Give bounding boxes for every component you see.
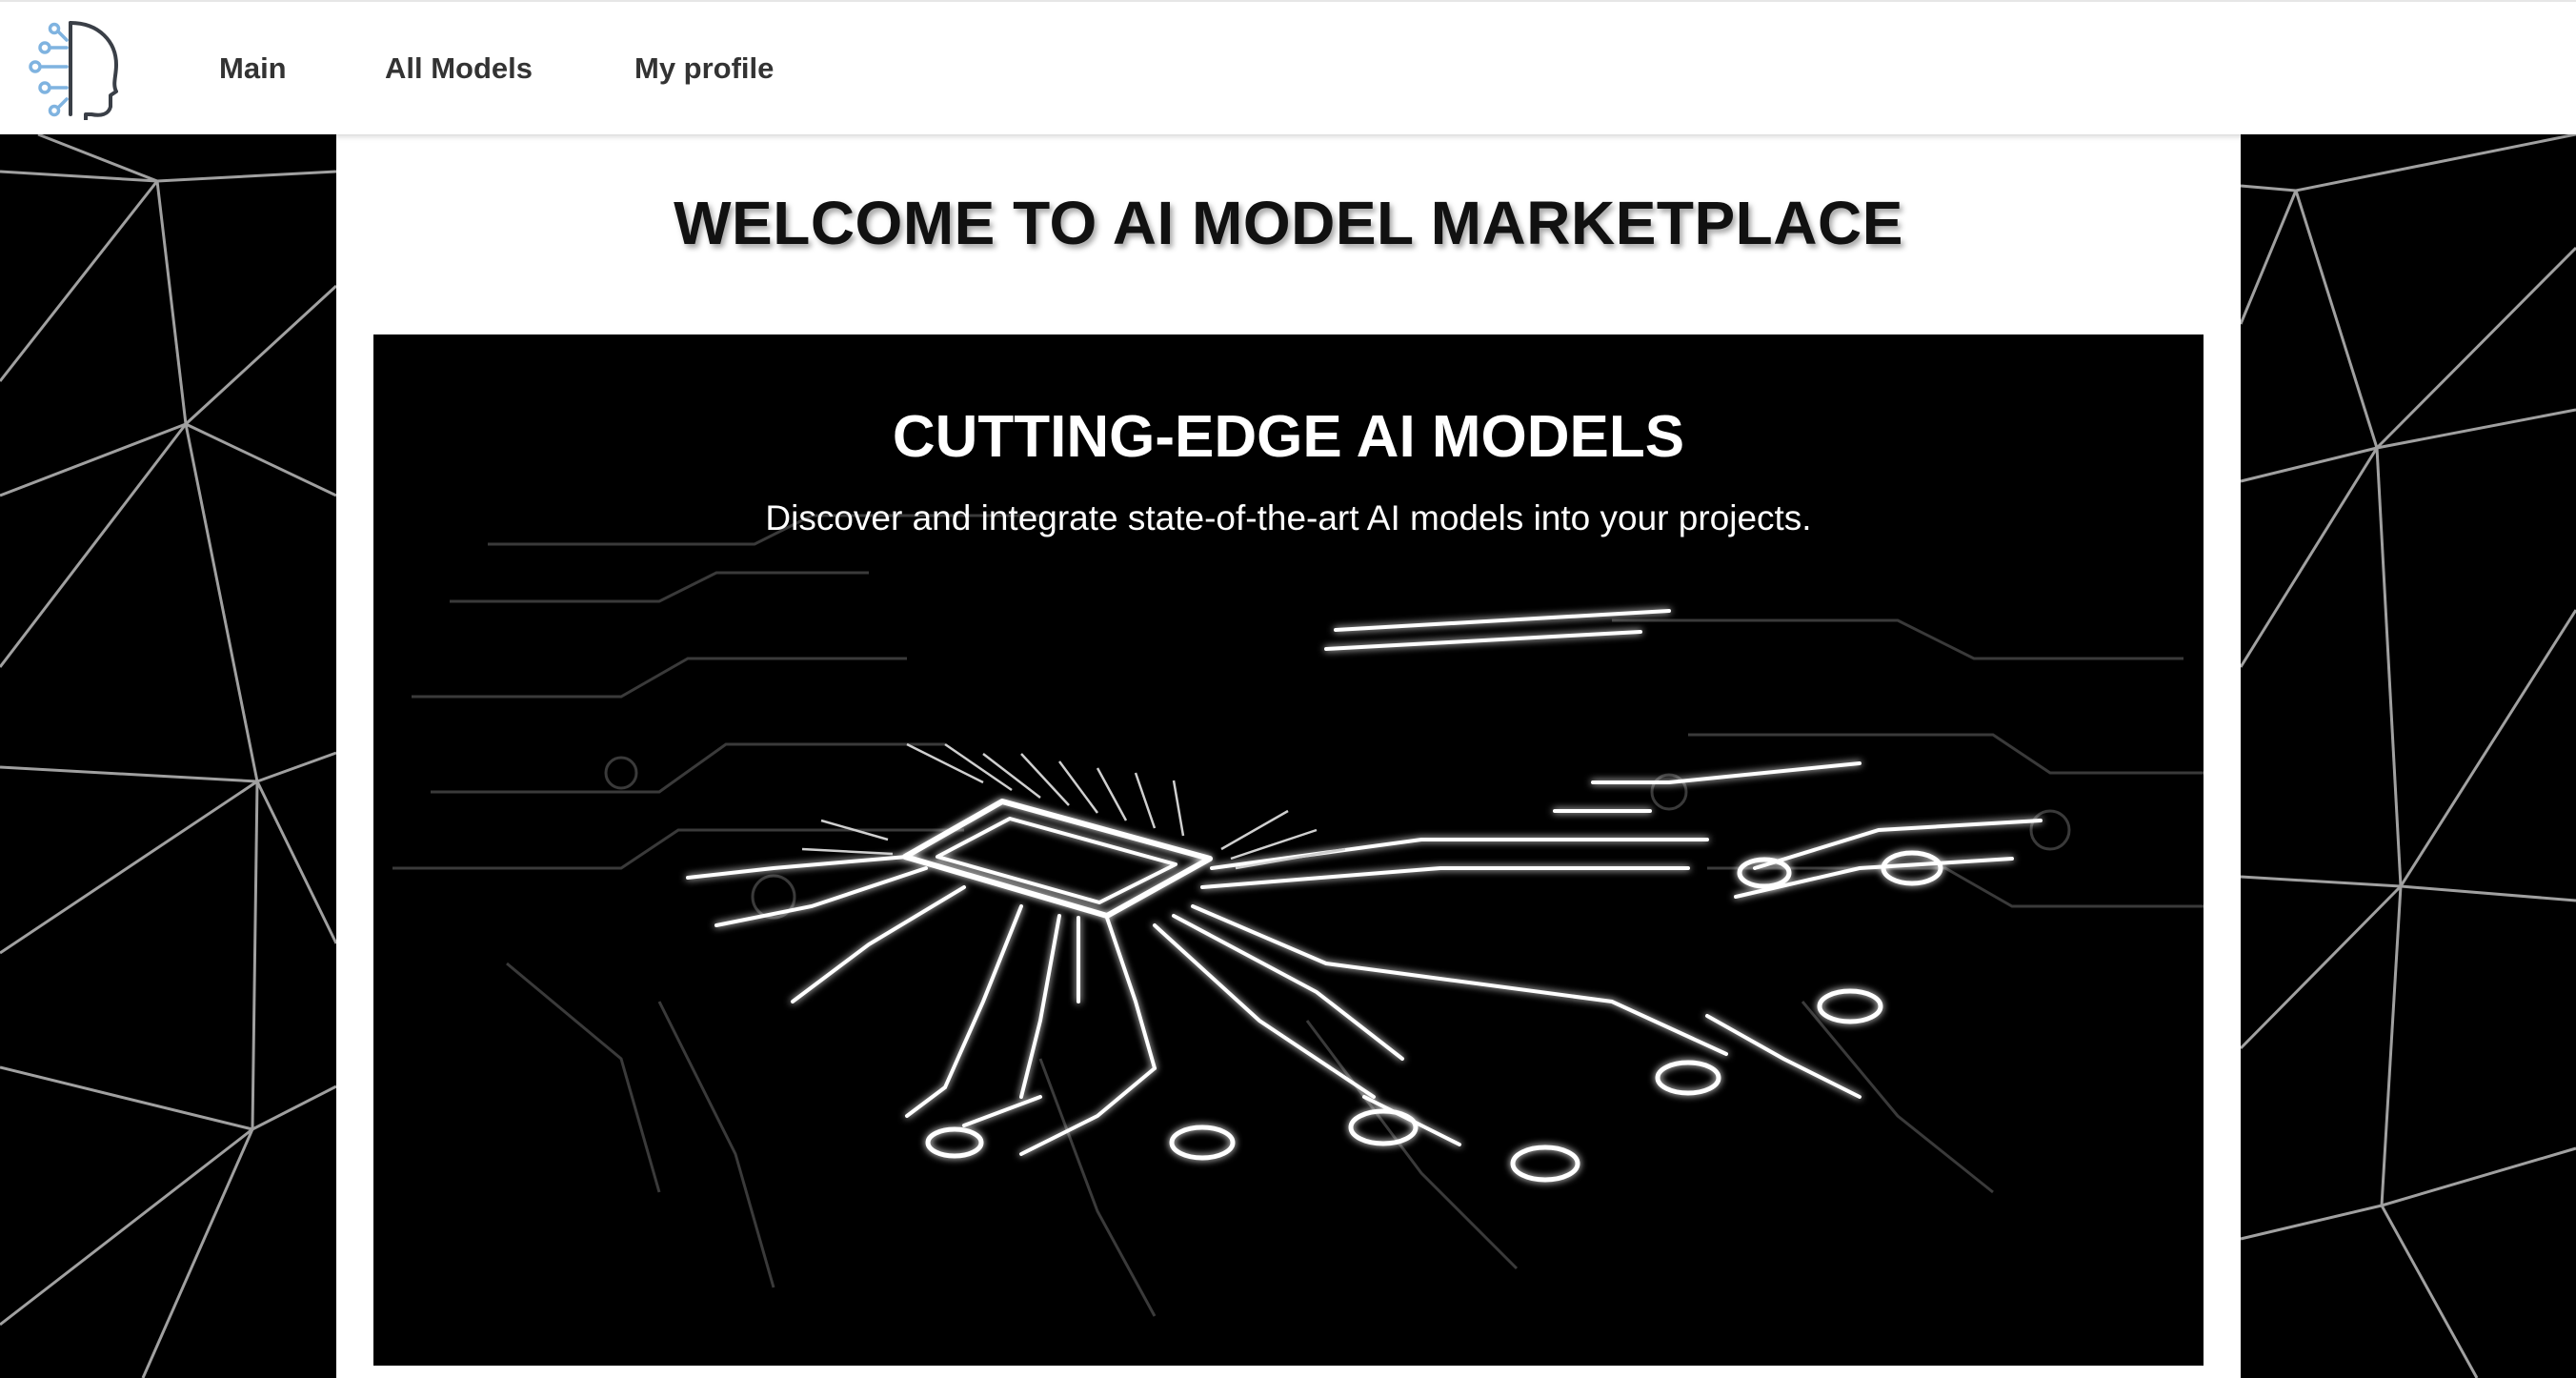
hero-subheading: Discover and integrate state-of-the-art … [765,498,1812,537]
nav-link-my-profile[interactable]: My profile [634,48,774,90]
circuit-chip-illustration [392,514,2204,1317]
top-navbar: Main All Models My profile [0,0,2576,134]
hero-heading: CUTTING-EDGE AI MODELS [892,404,1685,470]
page-title: WELCOME TO AI MODEL MARKETPLACE [674,189,1903,257]
nav-link-main[interactable]: Main [219,48,287,90]
main-content: WELCOME TO AI MODEL MARKETPLACE CUTTING-… [336,134,2241,1378]
nav-link-all-models[interactable]: All Models [385,48,533,90]
ai-head-circuit-icon[interactable] [25,19,126,122]
hero-banner: CUTTING-EDGE AI MODELS Discover and inte… [373,334,2204,1366]
